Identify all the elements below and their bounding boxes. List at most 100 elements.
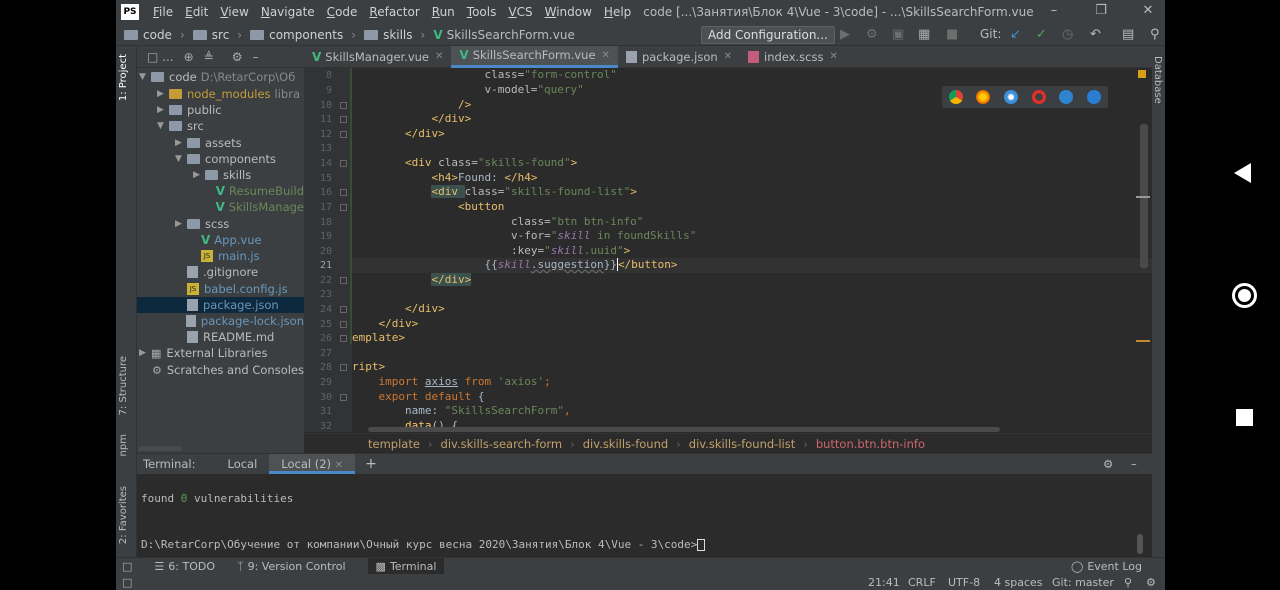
android-back-icon[interactable] [1234,163,1251,183]
fold-marker-icon[interactable] [340,204,347,211]
fold-marker-icon[interactable] [340,306,347,313]
fold-marker-icon[interactable] [340,394,347,401]
fold-marker-icon[interactable] [340,277,347,284]
android-recents-icon[interactable] [1236,409,1253,426]
fold-marker-icon[interactable] [340,321,347,328]
expand-arrow-icon[interactable]: ▶ [193,170,205,180]
menu-edit[interactable]: Edit [179,5,214,19]
run-icon[interactable]: ▶ [840,27,850,42]
nav-crumb-components[interactable]: components › [242,28,356,42]
close-icon[interactable]: ✕ [335,460,343,471]
rollback-icon[interactable]: ↶ [1090,27,1101,42]
stop-icon[interactable]: ■ [946,27,958,42]
fold-marker-icon[interactable] [340,116,347,123]
favorites-tool-tab[interactable]: 2: Favorites [118,486,129,544]
expand-arrow-icon[interactable]: ▶ [139,348,151,358]
fold-marker-icon[interactable] [340,364,347,371]
caret-position[interactable]: 21:41 [868,576,900,589]
opera-icon[interactable] [1031,90,1046,104]
tab-skills-search-form[interactable]: V SkillsSearchForm.vue ✕ [451,45,618,68]
editor-horizontal-scrollbar[interactable] [368,427,1000,432]
breadcrumb-item[interactable]: button.btn.btn-info [816,437,925,451]
todo-tool-button[interactable]: ☰ 6: TODO [154,560,215,573]
nav-crumb-skills[interactable]: skills › [356,28,425,42]
safari-icon[interactable] [1004,90,1019,104]
collapse-icon[interactable]: ≜ [204,50,214,64]
inspector-icon[interactable]: ⚙ [1146,576,1156,589]
git-branch[interactable]: Git: master [1052,576,1114,589]
fold-marker-icon[interactable] [340,102,347,109]
new-terminal-icon[interactable]: + [365,456,377,472]
tree-item[interactable]: .gitignore [137,264,304,280]
git-commit-icon[interactable]: ✓ [1036,27,1047,42]
tree-item[interactable]: JS babel.config.js [137,281,304,297]
tree-item[interactable]: ▶ assets [137,135,304,151]
tree-item[interactable]: README.md [137,329,304,345]
menu-vcs[interactable]: VCS [502,5,538,19]
expand-arrow-icon[interactable]: ▶ [175,219,187,229]
close-icon[interactable]: ✕ [602,50,610,61]
menu-run[interactable]: Run [426,5,461,19]
tree-item[interactable]: V App.vue [137,232,304,248]
project-structure-icon[interactable]: ▤ [1122,27,1134,42]
tree-item[interactable]: V ResumeBuild [137,183,304,199]
menu-window[interactable]: Window [539,5,598,19]
tree-item[interactable]: V SkillsManage [137,199,304,215]
breadcrumb-item[interactable]: template [368,437,420,451]
project-horizontal-scrollbar[interactable] [138,446,182,451]
expand-arrow-icon[interactable]: ▼ [175,154,187,164]
close-icon[interactable]: ✕ [724,51,732,62]
fold-marker-icon[interactable] [340,160,347,167]
tab-index-scss[interactable]: index.scss ✕ [740,46,846,68]
project-view-dropdown[interactable]: □ ... [147,50,174,64]
tree-item[interactable]: JS main.js [137,248,304,264]
fold-marker-icon[interactable] [340,335,347,342]
profile-icon[interactable]: ▦ [918,27,930,42]
breadcrumb-item[interactable]: div.skills-found [583,437,668,451]
tree-item[interactable]: package-lock.json [137,313,304,329]
search-icon[interactable]: ⚲ [1150,27,1160,42]
breadcrumb-item[interactable]: div.skills-search-form [441,437,563,451]
lock-icon[interactable]: ⚲ [1124,576,1132,589]
project-tool-tab[interactable]: 1: Project [118,54,129,101]
tab-skills-manager[interactable]: V SkillsManager.vue ✕ [304,46,451,68]
tree-item[interactable]: package.json [137,297,304,313]
menu-refactor[interactable]: Refactor [363,5,425,19]
tree-item[interactable]: ▶ skills [137,167,304,183]
version-control-tool-button[interactable]: ᛉ 9: Version Control [237,560,346,573]
internet-explorer-icon[interactable] [1059,90,1074,104]
hide-icon[interactable]: – [253,50,259,64]
database-tool-tab[interactable]: Database [1152,56,1163,104]
add-configuration-button[interactable]: Add Configuration... [701,26,835,44]
chrome-icon[interactable] [948,90,963,104]
fold-marker-icon[interactable] [340,189,347,196]
close-icon[interactable]: ✕ [829,51,837,62]
menu-file[interactable]: File [147,5,179,19]
file-encoding[interactable]: UTF-8 [948,576,980,589]
minimize-icon[interactable]: – [1044,3,1064,18]
nav-crumb-src[interactable]: src › [185,28,242,42]
menu-help[interactable]: Help [598,5,637,19]
settings-icon[interactable]: ⚙ [232,50,243,64]
indent-setting[interactable]: 4 spaces [994,576,1043,589]
toggle-tool-windows-icon[interactable]: □ [122,560,132,573]
structure-tool-tab[interactable]: 7: Structure [118,356,129,415]
tree-item[interactable]: ⚙ Scratches and Consoles [137,362,304,378]
close-icon[interactable]: ✕ [1138,3,1158,18]
expand-arrow-icon[interactable]: ▶ [175,138,187,148]
fold-marker-icon[interactable] [340,131,347,138]
tree-item[interactable]: ▼ src [137,118,304,134]
debug-icon[interactable]: ⚙ [866,27,878,42]
menu-code[interactable]: Code [321,5,364,19]
settings-icon[interactable]: ⚙ [1103,457,1113,471]
android-home-icon[interactable] [1232,283,1257,308]
edge-icon[interactable] [1087,90,1102,104]
tree-item[interactable]: ▼ code D:\RetarCorp\Об [137,69,304,85]
tree-item[interactable]: ▼ components [137,151,304,167]
maximize-icon[interactable]: ❐ [1091,3,1111,18]
expand-arrow-icon[interactable]: ▼ [157,121,169,131]
terminal-scrollbar[interactable] [1137,534,1143,554]
close-icon[interactable]: ✕ [435,51,443,62]
tree-item[interactable]: ▶ public [137,102,304,118]
status-layout-icon[interactable]: □ [122,576,132,589]
